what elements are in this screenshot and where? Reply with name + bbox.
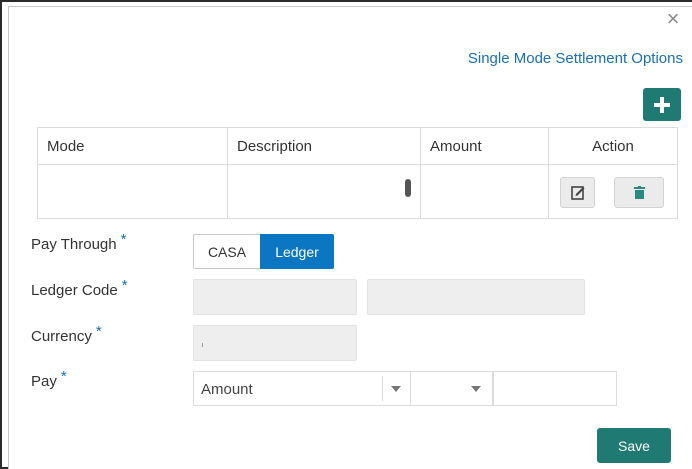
column-header-description: Description [228,128,421,164]
ledger-code-input[interactable] [193,279,357,315]
pay-through-label: Pay Through * [31,231,126,253]
required-marker: * [120,231,127,248]
single-mode-settlement-options-link[interactable]: Single Mode Settlement Options [468,50,683,67]
casa-toggle[interactable]: CASA [193,234,260,269]
settlement-table: Mode Description Amount Action [37,127,678,219]
chevron-down-icon [471,386,481,392]
pay-mode-select[interactable] [411,371,493,406]
action-cell [549,165,677,219]
add-row-button[interactable] [643,88,681,121]
required-marker: * [121,277,128,294]
required-marker: * [95,323,102,340]
pay-type-value: Amount [201,381,253,398]
ledger-toggle[interactable]: Ledger [260,234,334,269]
column-header-action: Action [592,138,634,155]
close-icon[interactable]: × [663,8,683,30]
pay-amount-input[interactable] [493,371,617,406]
resize-handle[interactable] [405,179,411,197]
column-header-amount: Amount [421,128,549,164]
description-cell [228,165,421,219]
mode-cell [38,165,228,219]
table-header: Mode Description Amount Action [38,128,677,165]
required-marker: * [60,368,67,385]
ledger-code-label: Ledger Code * [31,277,128,299]
currency-label-text: Currency [31,328,92,345]
edit-icon [571,186,585,200]
divider [382,376,383,401]
currency-label: Currency * [31,323,102,345]
amount-cell [421,165,549,219]
column-header-mode: Mode [38,128,228,164]
text-cursor [202,343,203,347]
pay-label-text: Pay [31,373,57,390]
trash-icon [634,186,645,199]
save-button[interactable]: Save [597,428,671,463]
pay-through-label-text: Pay Through [31,236,117,253]
pay-type-select[interactable]: Amount [193,371,411,406]
edit-button[interactable] [560,177,595,208]
delete-button[interactable] [614,177,664,208]
currency-input[interactable] [193,325,357,361]
ledger-description-input[interactable] [367,279,585,315]
table-row [38,165,677,219]
pay-label: Pay * [31,368,67,390]
ledger-code-label-text: Ledger Code [31,282,118,299]
chevron-down-icon [391,386,401,392]
